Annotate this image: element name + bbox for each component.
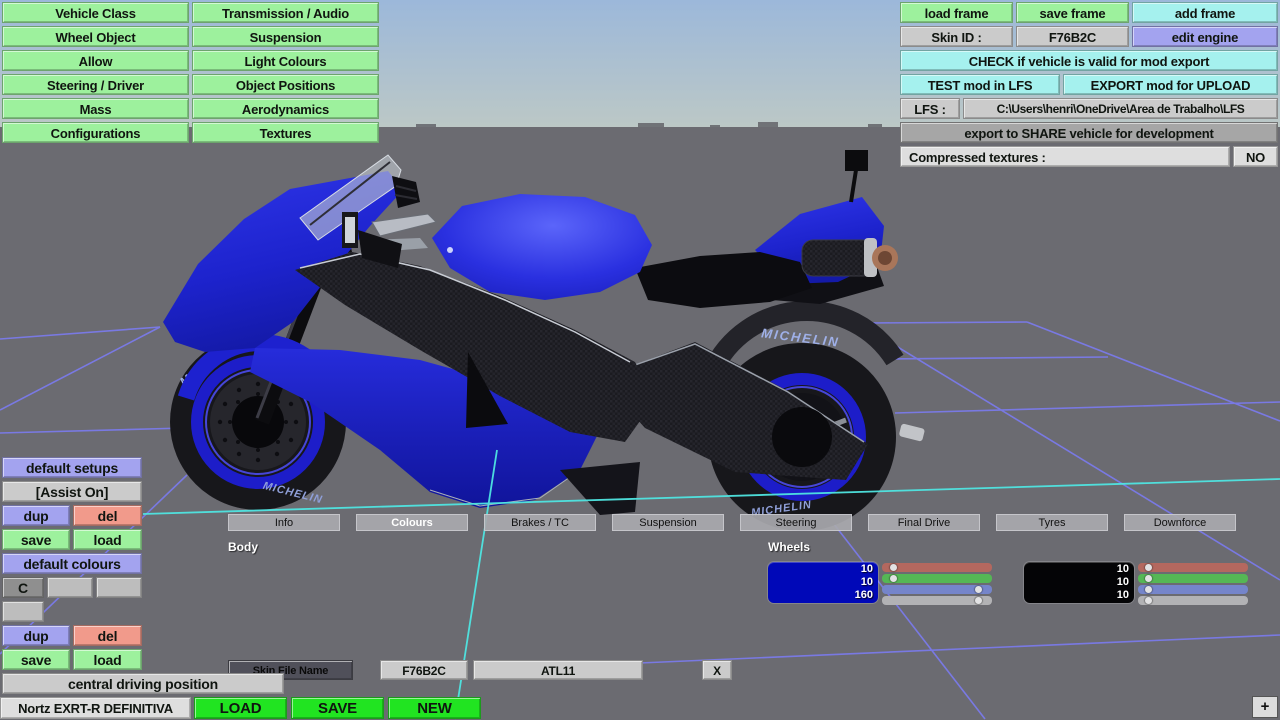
skin-id-value[interactable]: F76B2C: [1016, 26, 1129, 47]
wheels-section-label: Wheels: [768, 540, 811, 554]
colour-value: 10: [860, 576, 873, 588]
tab-downforce[interactable]: Downforce: [1124, 514, 1236, 531]
blue-slider-knob[interactable]: [1144, 586, 1152, 593]
colour-slot-2[interactable]: [96, 577, 142, 598]
skin-clear-button[interactable]: X: [702, 660, 732, 680]
red-slider-knob[interactable]: [889, 564, 897, 571]
extra-slider[interactable]: [1138, 596, 1248, 605]
colour-slot-1[interactable]: [47, 577, 93, 598]
colour-load-button[interactable]: load: [73, 649, 142, 670]
menu-mass[interactable]: Mass: [2, 98, 189, 119]
menu-steering-driver[interactable]: Steering / Driver: [2, 74, 189, 95]
menu-textures[interactable]: Textures: [192, 122, 379, 143]
vehicle-editor-screen: MICHELIN MICHELIN MICHELIN MICHELIN Vehi…: [0, 0, 1280, 720]
menu-wheel-object[interactable]: Wheel Object: [2, 26, 189, 47]
setup-save-button[interactable]: save: [2, 529, 70, 550]
colour-value: 160: [854, 589, 873, 601]
colour-save-button[interactable]: save: [2, 649, 70, 670]
red-slider[interactable]: [1138, 563, 1248, 572]
setup-dup-button[interactable]: dup: [2, 505, 70, 526]
menu-suspension[interactable]: Suspension: [192, 26, 379, 47]
default-setups-button[interactable]: default setups: [2, 457, 142, 478]
red-slider-knob[interactable]: [1144, 564, 1152, 571]
setup-del-button[interactable]: del: [73, 505, 142, 526]
central-driving-position-button[interactable]: central driving position: [2, 673, 284, 694]
body-colour-swatch[interactable]: 10 10 160: [768, 562, 878, 603]
assist-toggle-button[interactable]: [Assist On]: [2, 481, 142, 502]
vehicle-name-button[interactable]: Nortz EXRT-R DEFINITIVA: [0, 697, 191, 719]
colour-value: 10: [860, 563, 873, 575]
extra-slider-knob[interactable]: [1144, 597, 1152, 604]
load-frame-button[interactable]: load frame: [900, 2, 1013, 23]
compressed-textures-label: Compressed textures :: [900, 146, 1230, 167]
vehicle-new-button[interactable]: NEW: [388, 697, 481, 719]
menu-transmission-audio[interactable]: Transmission / Audio: [192, 2, 379, 23]
default-colours-button[interactable]: default colours: [2, 553, 142, 574]
save-frame-button[interactable]: save frame: [1016, 2, 1129, 23]
tab-brakes-tc[interactable]: Brakes / TC: [484, 514, 596, 531]
colour-slot-c-button[interactable]: C: [2, 577, 44, 598]
green-slider[interactable]: [882, 574, 992, 583]
colour-del-button[interactable]: del: [73, 625, 142, 646]
export-mod-button[interactable]: EXPORT mod for UPLOAD: [1063, 74, 1278, 95]
body-section-label: Body: [228, 540, 258, 554]
compressed-textures-toggle[interactable]: NO: [1233, 146, 1278, 167]
share-export-button[interactable]: export to SHARE vehicle for development: [900, 122, 1278, 143]
skin-id-field[interactable]: F76B2C: [380, 660, 468, 680]
menu-vehicle-class[interactable]: Vehicle Class: [2, 2, 189, 23]
colour-value: 10: [1116, 563, 1129, 575]
red-slider[interactable]: [882, 563, 992, 572]
colour-value: 10: [1116, 576, 1129, 588]
lfs-path-label: LFS :: [900, 98, 960, 119]
tab-info[interactable]: Info: [228, 514, 340, 531]
colour-slot-3[interactable]: [2, 601, 44, 622]
vehicle-save-button[interactable]: SAVE: [291, 697, 384, 719]
menu-configurations[interactable]: Configurations: [2, 122, 189, 143]
green-slider[interactable]: [1138, 574, 1248, 583]
check-export-button[interactable]: CHECK if vehicle is valid for mod export: [900, 50, 1278, 71]
tab-tyres[interactable]: Tyres: [996, 514, 1108, 531]
setup-load-button[interactable]: load: [73, 529, 142, 550]
colour-dup-button[interactable]: dup: [2, 625, 70, 646]
menu-aerodynamics[interactable]: Aerodynamics: [192, 98, 379, 119]
tab-colours[interactable]: Colours: [356, 514, 468, 531]
wheel-colour-swatch[interactable]: 10 10 10: [1024, 562, 1134, 603]
zoom-plus-button[interactable]: +: [1252, 696, 1278, 718]
skin-id-label: Skin ID :: [900, 26, 1013, 47]
vehicle-load-button[interactable]: LOAD: [194, 697, 287, 719]
test-mod-button[interactable]: TEST mod in LFS: [900, 74, 1060, 95]
edit-engine-button[interactable]: edit engine: [1132, 26, 1278, 47]
skin-name-field[interactable]: ATL11: [473, 660, 643, 680]
green-slider-knob[interactable]: [889, 575, 897, 582]
lfs-path-value[interactable]: C:\Users\henri\OneDrive\Area de Trabalho…: [963, 98, 1278, 119]
menu-allow[interactable]: Allow: [2, 50, 189, 71]
tab-steering[interactable]: Steering: [740, 514, 852, 531]
tab-final-drive[interactable]: Final Drive: [868, 514, 980, 531]
tab-suspension[interactable]: Suspension: [612, 514, 724, 531]
blue-slider[interactable]: [1138, 585, 1248, 594]
menu-light-colours[interactable]: Light Colours: [192, 50, 379, 71]
colour-value: 10: [1116, 589, 1129, 601]
add-frame-button[interactable]: add frame: [1132, 2, 1278, 23]
menu-object-positions[interactable]: Object Positions: [192, 74, 379, 95]
green-slider-knob[interactable]: [1144, 575, 1152, 582]
